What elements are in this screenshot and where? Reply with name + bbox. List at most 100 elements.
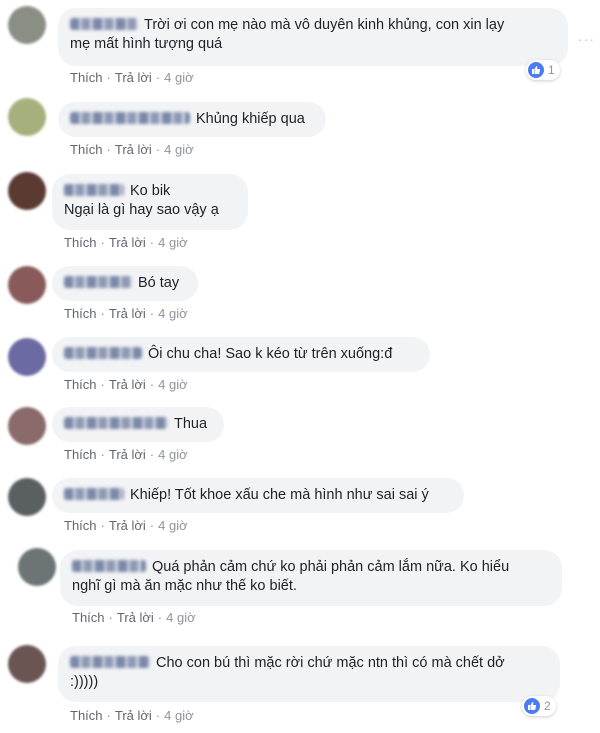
- comment-timestamp[interactable]: 4 giờ: [164, 70, 194, 85]
- separator: ·: [106, 70, 111, 85]
- separator: ·: [149, 377, 155, 392]
- like-link[interactable]: Thích: [70, 142, 103, 157]
- comment-actions: Thích · Trả lời · 4 giờ: [64, 518, 188, 533]
- reaction-count: 1: [548, 63, 555, 77]
- reply-link[interactable]: Trả lời: [109, 235, 146, 250]
- comment-text-line: Thua: [174, 416, 208, 432]
- comment-text-line: Khủng khiếp qua: [196, 111, 305, 127]
- reply-link[interactable]: Trả lời: [117, 610, 154, 625]
- separator: ·: [106, 142, 111, 157]
- comment-timestamp[interactable]: 4 giờ: [158, 518, 188, 533]
- comment-text-line: nghĩ gì mà ăn mặc như thế ko biết.: [72, 578, 297, 594]
- commenter-name-blurred[interactable]: [64, 184, 124, 196]
- avatar[interactable]: [8, 6, 46, 44]
- comment-actions: Thích · Trả lời · 4 giờ: [70, 70, 194, 85]
- commenter-name-blurred[interactable]: [64, 276, 132, 288]
- comment-text-line: mẹ mất hình tượng quá: [70, 36, 223, 52]
- reply-link[interactable]: Trả lời: [109, 447, 146, 462]
- separator: ·: [106, 708, 111, 723]
- like-reaction-icon: [524, 698, 540, 714]
- comment-actions: Thích · Trả lời · 4 giờ: [64, 306, 188, 321]
- comment-text-line: Ôi chu cha! Sao k kéo từ trên xuống:đ: [148, 346, 393, 362]
- comment-actions: Thích · Trả lời · 4 giờ: [72, 610, 196, 625]
- comment-actions: Thích · Trả lời · 4 giờ: [64, 235, 188, 250]
- commenter-name-blurred[interactable]: [70, 18, 138, 30]
- like-link[interactable]: Thích: [70, 70, 103, 85]
- comment-timestamp[interactable]: 4 giờ: [158, 306, 188, 321]
- separator: ·: [157, 610, 163, 625]
- like-link[interactable]: Thích: [70, 708, 103, 723]
- separator: ·: [108, 610, 113, 625]
- separator: ·: [100, 518, 105, 533]
- comment-actions: Thích · Trả lời · 4 giờ: [64, 377, 188, 392]
- comment-text-line: Ko bik: [130, 183, 171, 199]
- separator: ·: [155, 708, 161, 723]
- avatar[interactable]: [8, 172, 46, 210]
- comment-text-line: Quá phản cảm chứ ko phải phản cảm lắm nữ…: [152, 559, 510, 575]
- comment-timestamp[interactable]: 4 giờ: [158, 377, 188, 392]
- commenter-name-blurred[interactable]: [64, 488, 124, 500]
- comment-bubble: Bó tay: [52, 266, 198, 301]
- separator: ·: [149, 235, 155, 250]
- avatar[interactable]: [8, 338, 46, 376]
- separator: ·: [100, 377, 105, 392]
- comment-bubble: Thua: [52, 407, 224, 442]
- reply-link[interactable]: Trả lời: [115, 70, 152, 85]
- separator: ·: [100, 447, 105, 462]
- reaction-count: 2: [544, 699, 551, 713]
- separator: ·: [149, 447, 155, 462]
- like-link[interactable]: Thích: [64, 235, 97, 250]
- like-reaction-icon: [528, 62, 544, 78]
- separator: ·: [100, 235, 105, 250]
- comment-actions: Thích · Trả lời · 4 giờ: [70, 708, 194, 723]
- comment-timestamp[interactable]: 4 giờ: [158, 235, 188, 250]
- comment-bubble: Trời ơi con mẹ nào mà vô duyên kinh khủn…: [58, 8, 568, 66]
- avatar[interactable]: [8, 98, 46, 136]
- separator: ·: [155, 70, 161, 85]
- comment-text-line: Bó tay: [138, 275, 180, 291]
- comment-bubble: Khủng khiếp qua: [58, 102, 326, 137]
- like-link[interactable]: Thích: [64, 518, 97, 533]
- commenter-name-blurred[interactable]: [64, 417, 168, 429]
- commenter-name-blurred[interactable]: [72, 560, 146, 572]
- comment-text-line: :))))): [70, 674, 99, 690]
- comment-timestamp[interactable]: 4 giờ: [166, 610, 196, 625]
- reply-link[interactable]: Trả lời: [109, 306, 146, 321]
- reaction-badge[interactable]: 2: [522, 696, 556, 716]
- comment-timestamp[interactable]: 4 giờ: [158, 447, 188, 462]
- more-options-icon[interactable]: ···: [578, 32, 594, 46]
- reply-link[interactable]: Trả lời: [109, 518, 146, 533]
- separator: ·: [149, 306, 155, 321]
- like-link[interactable]: Thích: [64, 377, 97, 392]
- comment-bubble: Cho con bú thì mặc rời chứ mặc ntn thì c…: [58, 646, 560, 702]
- comment-actions: Thích · Trả lời · 4 giờ: [64, 447, 188, 462]
- comment-bubble: Ko bik Ngại là gì hay sao vậy ạ: [52, 174, 248, 230]
- commenter-name-blurred[interactable]: [64, 347, 142, 359]
- comment-timestamp[interactable]: 4 giờ: [164, 142, 194, 157]
- comment-bubble: Khiếp! Tốt khoe xấu che mà hình như sai …: [52, 478, 464, 513]
- like-link[interactable]: Thích: [64, 447, 97, 462]
- avatar[interactable]: [18, 548, 56, 586]
- comment-text-line: Trời ơi con mẹ nào mà vô duyên kinh khủn…: [144, 17, 505, 33]
- comment-bubble: Ôi chu cha! Sao k kéo từ trên xuống:đ: [52, 337, 430, 372]
- avatar[interactable]: [8, 407, 46, 445]
- like-link[interactable]: Thích: [64, 306, 97, 321]
- avatar[interactable]: [8, 645, 46, 683]
- commenter-name-blurred[interactable]: [70, 656, 150, 668]
- avatar[interactable]: [8, 266, 46, 304]
- separator: ·: [149, 518, 155, 533]
- avatar[interactable]: [8, 478, 46, 516]
- like-link[interactable]: Thích: [72, 610, 105, 625]
- comment-timestamp[interactable]: 4 giờ: [164, 708, 194, 723]
- reply-link[interactable]: Trả lời: [115, 142, 152, 157]
- commenter-name-blurred[interactable]: [70, 112, 190, 124]
- comment-text-line: Ngại là gì hay sao vậy ạ: [64, 202, 219, 218]
- comment-bubble: Quá phản cảm chứ ko phải phản cảm lắm nữ…: [60, 550, 562, 606]
- reaction-badge[interactable]: 1: [526, 60, 560, 80]
- comment-actions: Thích · Trả lời · 4 giờ: [70, 142, 194, 157]
- comment-text-line: Cho con bú thì mặc rời chứ mặc ntn thì c…: [156, 655, 505, 671]
- reply-link[interactable]: Trả lời: [109, 377, 146, 392]
- separator: ·: [155, 142, 161, 157]
- reply-link[interactable]: Trả lời: [115, 708, 152, 723]
- separator: ·: [100, 306, 105, 321]
